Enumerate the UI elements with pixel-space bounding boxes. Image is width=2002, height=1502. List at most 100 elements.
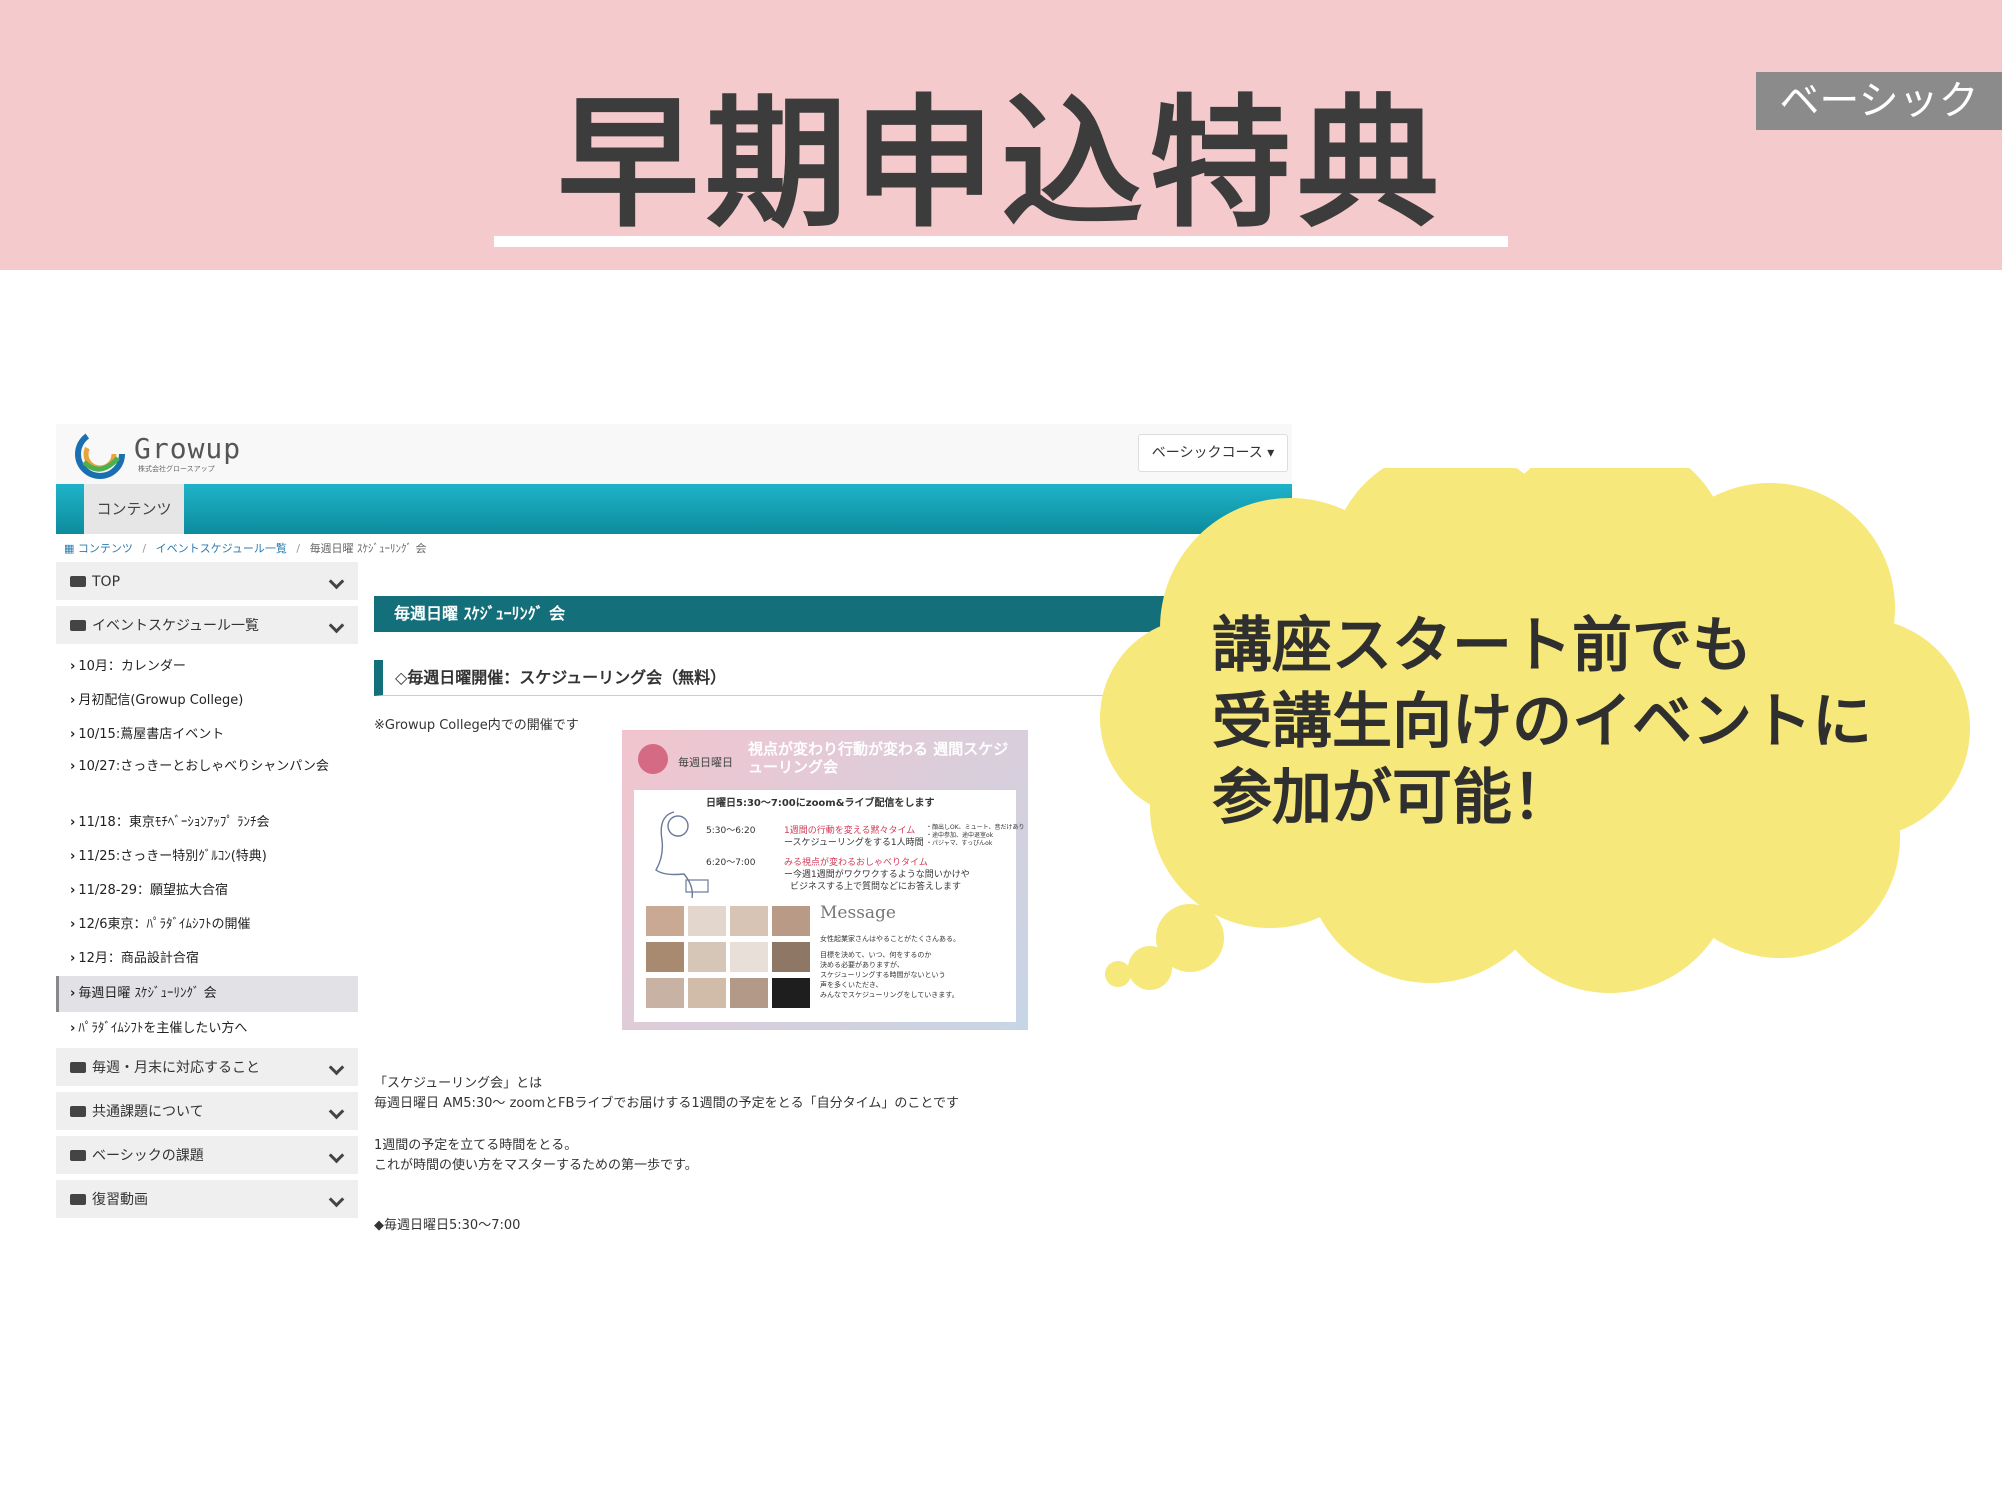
breadcrumb-separator: / bbox=[296, 542, 301, 555]
sidebar-item[interactable]: › 10月：カレンダー bbox=[56, 658, 358, 675]
sidebar-item[interactable]: › 月初配信(Growup College) bbox=[56, 692, 358, 709]
body-paragraph: 「スケジューリング会」とは bbox=[374, 1076, 543, 1091]
sidebar-section-label: TOP bbox=[92, 574, 121, 590]
callout-text: 講座スタート前でも 受講生向けのイベントに 参加が可能！ bbox=[1212, 608, 1872, 836]
chevron-down-icon bbox=[328, 1059, 345, 1076]
participant-photo bbox=[688, 978, 726, 1008]
participant-photo bbox=[772, 942, 810, 972]
sidebar-item-label: 12/6東京：ﾊﾟﾗﾀﾞｲﾑｼﾌﾄの開催 bbox=[78, 917, 251, 932]
flyer-message-title: Message bbox=[820, 903, 896, 923]
title-underline bbox=[494, 236, 1508, 247]
sidebar-section-common[interactable]: 共通課題について bbox=[56, 1092, 358, 1132]
folder-icon bbox=[70, 1194, 86, 1205]
caret-down-icon: ▾ bbox=[1267, 445, 1275, 461]
sidebar-section-weekly[interactable]: 毎週・月末に対応すること bbox=[56, 1048, 358, 1088]
sidebar-section-label: 復習動画 bbox=[92, 1192, 148, 1208]
flyer-time-line: 日曜日5:30〜7:00にzoom&ライブ配信をします bbox=[706, 798, 935, 809]
breadcrumb-current: 毎週日曜 ｽｹｼﾞｭｰﾘﾝｸﾞ 会 bbox=[309, 542, 427, 555]
sidebar-item[interactable]: › 12月：商品設計合宿 bbox=[56, 950, 358, 967]
chevron-right-icon: › bbox=[70, 986, 76, 1001]
flyer-message-line: 女性起業家さんはやることがたくさんある。 bbox=[820, 935, 960, 943]
flyer-slot2-desc: ー今週1週間がワクワクするような問いかけや bbox=[784, 870, 970, 880]
chevron-right-icon: › bbox=[70, 1021, 76, 1036]
folder-icon bbox=[70, 576, 86, 587]
participant-photo-grid bbox=[646, 906, 810, 1012]
flyer-body: 日曜日5:30〜7:00にzoom&ライブ配信をします 5:30〜6:20 1週… bbox=[634, 790, 1025, 1022]
participant-photo bbox=[730, 906, 768, 936]
sidebar-item[interactable]: › 10/15:蔦屋書店イベント bbox=[56, 726, 358, 743]
participant-photo bbox=[772, 978, 810, 1008]
folder-icon bbox=[70, 1062, 86, 1073]
sidebar-item[interactable]: › 11/25:さっきー特別ｸﾞﾙｺﾝ(特典) bbox=[56, 848, 358, 865]
woman-illustration-icon bbox=[655, 811, 709, 899]
flyer-headline: 視点が変わり行動が変わる 週間スケジューリング会 bbox=[748, 740, 1009, 776]
sidebar-section-basic[interactable]: ベーシックの課題 bbox=[56, 1136, 358, 1176]
sidebar-item-label: 11/28-29：願望拡大合宿 bbox=[78, 883, 229, 898]
sidebar-item-active[interactable]: › 毎週日曜 ｽｹｼﾞｭｰﾘﾝｸﾞ 会 bbox=[56, 976, 358, 1012]
flyer-slot2-desc: ビジネスする上で質問などにお答えします bbox=[790, 882, 962, 892]
sidebar-section-top[interactable]: TOP bbox=[56, 562, 358, 602]
chevron-right-icon: › bbox=[70, 849, 76, 864]
callout-line: 講座スタート前でも bbox=[1212, 611, 1752, 681]
logo-subtitle: 株式会社グロースアップ bbox=[138, 465, 215, 473]
breadcrumb-contents[interactable]: コンテンツ bbox=[78, 542, 133, 555]
breadcrumb-events[interactable]: イベントスケジュール一覧 bbox=[156, 542, 287, 555]
sidebar-item[interactable]: › 12/6東京：ﾊﾟﾗﾀﾞｲﾑｼﾌﾄの開催 bbox=[56, 916, 358, 933]
chevron-down-icon bbox=[328, 1103, 345, 1120]
body-paragraph: 1週間の予定を立てる時間をとる。 bbox=[374, 1138, 578, 1153]
slide-title: 早期申込特典 bbox=[557, 82, 1445, 247]
calendar-icon bbox=[638, 744, 668, 774]
chevron-down-icon bbox=[328, 617, 345, 634]
sidebar: TOP イベントスケジュール一覧 › 10月：カレンダー › 月初配信(Growup… bbox=[56, 562, 358, 1236]
flyer-slot1-desc: ースケジューリングをする1人時間 bbox=[784, 838, 924, 848]
chevron-down-icon bbox=[328, 1147, 345, 1164]
participant-photo bbox=[730, 978, 768, 1008]
course-dropdown-label: ベーシックコース bbox=[1151, 445, 1263, 461]
folder-icon bbox=[70, 1106, 86, 1117]
sidebar-section-label: イベントスケジュール一覧 bbox=[92, 618, 260, 634]
sidebar-item-label: ﾊﾟﾗﾀﾞｲﾑｼﾌﾄを主催したい方へ bbox=[78, 1021, 248, 1036]
body-paragraph: ◆毎週日曜日5:30〜7:00 bbox=[374, 1218, 521, 1233]
folder-open-icon bbox=[70, 620, 86, 631]
flyer-slot1-title: 1週間の行動を変える黙々タイム bbox=[784, 826, 916, 836]
event-flyer-image: 毎週日曜日 視点が変わり行動が変わる 週間スケジューリング会 日曜日5:30〜7… bbox=[622, 730, 1028, 1030]
course-tag: ベーシック bbox=[1756, 72, 2002, 130]
nav-tab-contents[interactable]: コンテンツ bbox=[84, 484, 184, 534]
sidebar-item-label: 12月：商品設計合宿 bbox=[78, 951, 199, 966]
participant-photo bbox=[646, 942, 684, 972]
sidebar-section-label: ベーシックの課題 bbox=[92, 1148, 204, 1164]
sidebar-item[interactable]: › ﾊﾟﾗﾀﾞｲﾑｼﾌﾄを主催したい方へ bbox=[56, 1020, 358, 1037]
sidebar-item[interactable]: › 11/28-29：願望拡大合宿 bbox=[56, 882, 358, 899]
participant-photo bbox=[772, 906, 810, 936]
sidebar-item-label: 10月：カレンダー bbox=[78, 659, 186, 674]
body-paragraph: これが時間の使い方をマスターするための第一歩です。 bbox=[374, 1158, 698, 1173]
breadcrumb-separator: / bbox=[142, 542, 147, 555]
chevron-right-icon: › bbox=[70, 659, 76, 674]
sidebar-item-label: 毎週日曜 ｽｹｼﾞｭｰﾘﾝｸﾞ 会 bbox=[78, 986, 217, 1001]
table-icon: ▦ bbox=[64, 542, 78, 555]
sidebar-section-label: 毎週・月末に対応すること bbox=[92, 1060, 260, 1076]
growup-logo-icon bbox=[75, 429, 125, 479]
chevron-right-icon: › bbox=[70, 917, 76, 932]
sidebar-item[interactable]: › 10/27:さっきーとおしゃべりシャンパン会 bbox=[56, 758, 346, 775]
sidebar-item-label: 11/25:さっきー特別ｸﾞﾙｺﾝ(特典) bbox=[78, 849, 267, 864]
participant-photo bbox=[646, 906, 684, 936]
chevron-right-icon: › bbox=[70, 727, 76, 742]
course-dropdown[interactable]: ベーシックコース ▾ bbox=[1138, 434, 1288, 472]
flyer-slot2-title: みる視点が変わるおしゃべりタイム bbox=[784, 858, 928, 868]
chevron-right-icon: › bbox=[70, 883, 76, 898]
chevron-right-icon: › bbox=[70, 759, 76, 774]
flyer-message-line: みんなでスケジューリングをしていきます。 bbox=[820, 991, 959, 999]
sidebar-section-events[interactable]: イベントスケジュール一覧 bbox=[56, 606, 358, 646]
sidebar-section-videos[interactable]: 復習動画 bbox=[56, 1180, 358, 1220]
sidebar-item[interactable]: › 11/18：東京ﾓﾁﾍﾞｰｼｮﾝｱｯﾌﾟ ﾗﾝﾁ会 bbox=[56, 814, 358, 831]
sidebar-item-label: 11/18：東京ﾓﾁﾍﾞｰｼｮﾝｱｯﾌﾟ ﾗﾝﾁ会 bbox=[78, 815, 270, 830]
title-banner: 早期申込特典 bbox=[0, 0, 2002, 270]
sidebar-section-label: 共通課題について bbox=[92, 1104, 204, 1120]
logo-wordmark: Growup bbox=[134, 432, 242, 465]
sidebar-item-label: 10/15:蔦屋書店イベント bbox=[78, 727, 225, 742]
participant-photo bbox=[688, 942, 726, 972]
participant-photo bbox=[730, 942, 768, 972]
callout-line: 受講生向けのイベントに bbox=[1212, 687, 1872, 757]
sidebar-item-label: 月初配信(Growup College) bbox=[78, 693, 244, 708]
